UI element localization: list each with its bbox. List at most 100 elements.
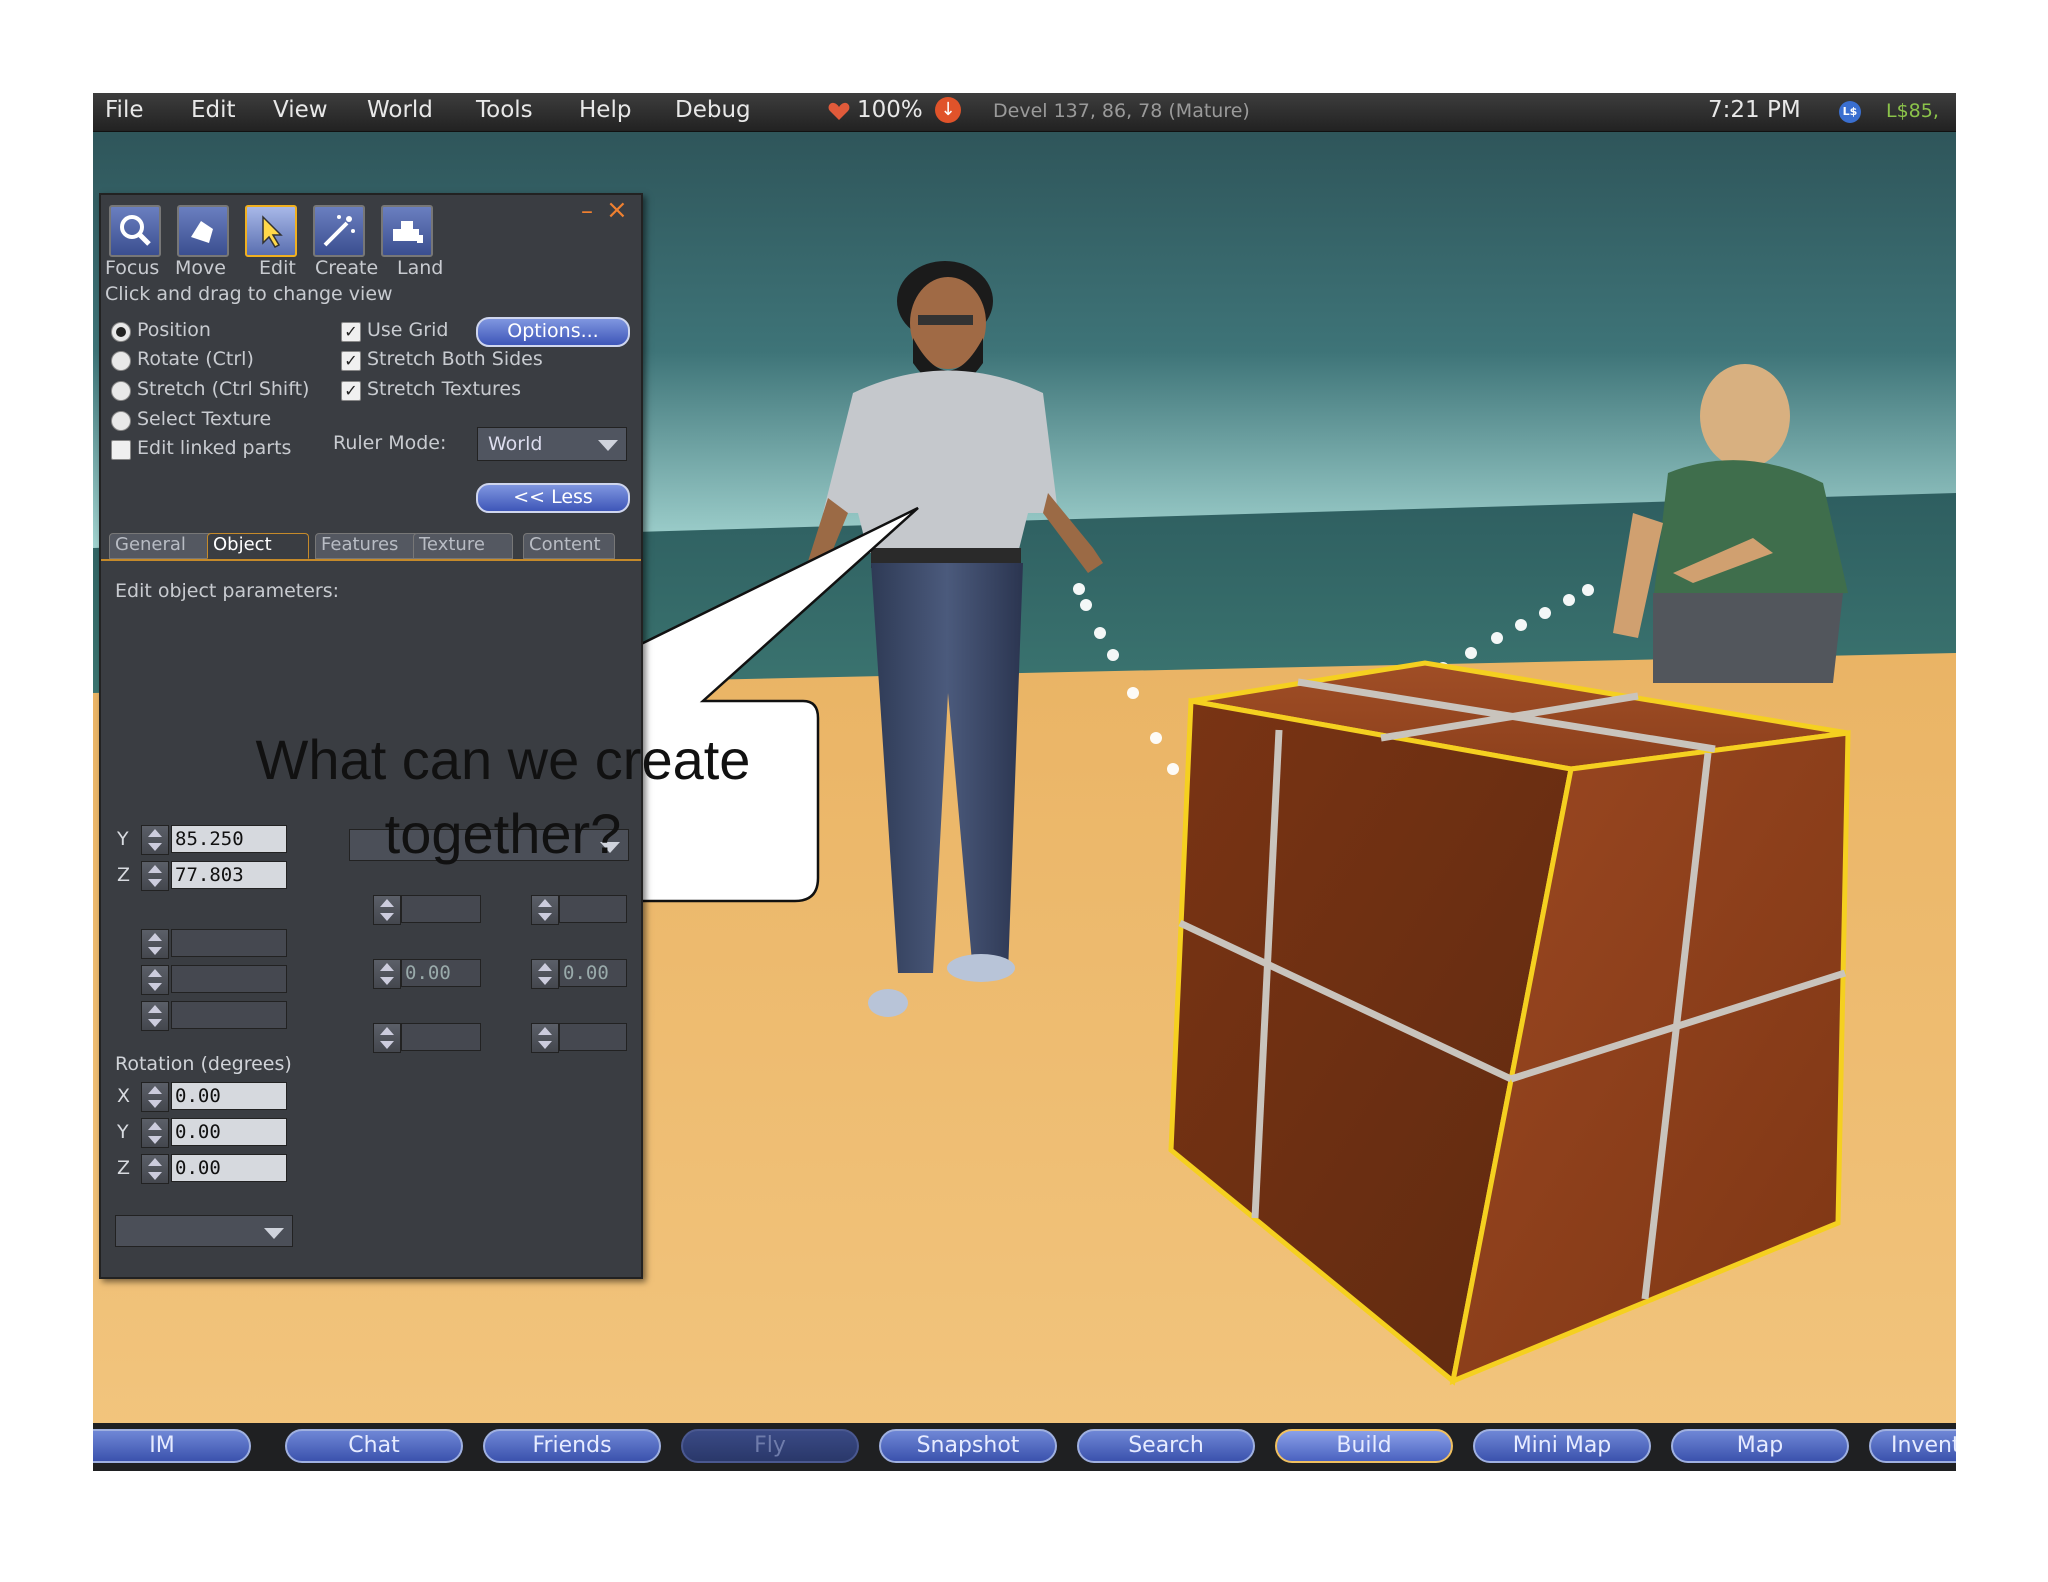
menu-edit[interactable]: Edit: [191, 97, 236, 123]
search-button[interactable]: Search: [1077, 1429, 1255, 1463]
less-button[interactable]: << Less: [476, 483, 630, 513]
mode-stretch-label: Stretch (Ctrl Shift): [137, 378, 310, 400]
mode-stretch-radio[interactable]: [111, 381, 131, 401]
callout: What can we create together?: [188, 701, 818, 901]
mini-map-button[interactable]: Mini Map: [1473, 1429, 1651, 1463]
tool-create-label: Create: [315, 257, 379, 279]
rotation-y-field[interactable]: 0.00: [171, 1118, 287, 1146]
mode-rotate-radio[interactable]: [111, 351, 131, 371]
stretch-textures-label: Stretch Textures: [367, 378, 522, 400]
chevron-down-icon: [264, 1228, 284, 1239]
tool-land-label: Land: [397, 257, 444, 279]
friends-button[interactable]: Friends: [483, 1429, 661, 1463]
rotation-y-label: Y: [117, 1121, 129, 1143]
use-grid-checkbox[interactable]: ✓: [341, 322, 361, 342]
menu-world[interactable]: World: [367, 97, 433, 123]
minimize-icon[interactable]: –: [581, 197, 593, 225]
tab-texture[interactable]: Texture: [413, 533, 513, 559]
location-readout[interactable]: Devel 137, 86, 78 (Mature): [993, 100, 1250, 122]
size-x-stepper: [141, 929, 169, 959]
bottom-toolbar: IM Chat Friends Fly Snapshot Search Buil…: [93, 1423, 1956, 1471]
edit-linked-label: Edit linked parts: [137, 437, 292, 459]
menu-file[interactable]: File: [105, 97, 144, 123]
stretch-both-sides-checkbox[interactable]: ✓: [341, 351, 361, 371]
ruler-mode-value: World: [488, 433, 543, 455]
tool-edit-label: Edit: [259, 257, 296, 279]
ruler-mode-select[interactable]: World: [477, 427, 627, 461]
offset-y-stepper: [531, 1023, 559, 1053]
edit-params-heading: Edit object parameters:: [115, 580, 340, 602]
shear-x-stepper: [373, 959, 401, 989]
mode-rotate-label: Rotate (Ctrl): [137, 348, 254, 370]
rotation-x-stepper[interactable]: [141, 1082, 169, 1112]
tab-content[interactable]: Content: [523, 533, 615, 559]
rotation-z-field[interactable]: 0.00: [171, 1154, 287, 1182]
magic-wand-icon: [323, 215, 355, 247]
tool-move-label: Move: [175, 257, 226, 279]
size-x-field: [171, 929, 287, 957]
balance[interactable]: L$85,: [1886, 100, 1939, 122]
bulldozer-icon: [393, 221, 423, 243]
close-icon[interactable]: ×: [606, 195, 628, 225]
heart-icon: [828, 102, 850, 120]
linden-dollar-icon: L$: [1839, 101, 1861, 123]
chat-button[interactable]: Chat: [285, 1429, 463, 1463]
menu-bar: File Edit View World Tools Help Debug 10…: [93, 93, 1956, 132]
health-value: 100%: [857, 97, 923, 123]
tool-move-button[interactable]: [177, 205, 229, 257]
mode-select-texture-radio[interactable]: [111, 411, 131, 431]
chevron-down-icon: [598, 440, 618, 451]
menu-help[interactable]: Help: [579, 97, 631, 123]
build-button[interactable]: Build: [1275, 1429, 1453, 1463]
position-y-label: Y: [117, 828, 129, 850]
viewer-window: File Edit View World Tools Help Debug 10…: [93, 93, 1956, 1471]
mode-select-texture-label: Select Texture: [137, 408, 272, 430]
inventory-button[interactable]: Inventory: [1869, 1429, 1956, 1463]
rotation-z-label: Z: [117, 1157, 131, 1179]
menu-tools[interactable]: Tools: [476, 97, 533, 123]
ruler-mode-label: Ruler Mode:: [333, 432, 447, 454]
fly-button[interactable]: Fly: [681, 1429, 859, 1463]
rotation-z-stepper[interactable]: [141, 1154, 169, 1184]
offset-y-field: [559, 1023, 627, 1051]
shear-y-field: 0.00: [559, 959, 627, 987]
tool-hint: Click and drag to change view: [105, 283, 393, 305]
options-button[interactable]: Options...: [476, 317, 630, 347]
snapshot-button[interactable]: Snapshot: [879, 1429, 1057, 1463]
stretch-textures-checkbox[interactable]: ✓: [341, 381, 361, 401]
shear-y-stepper: [531, 959, 559, 989]
size-z-stepper: [141, 1001, 169, 1031]
hand-icon: [191, 221, 213, 243]
tool-focus-label: Focus: [105, 257, 160, 279]
shear-x-field: 0.00: [401, 959, 481, 987]
edit-linked-checkbox[interactable]: [111, 440, 131, 460]
map-button[interactable]: Map: [1671, 1429, 1849, 1463]
stretch-both-sides-label: Stretch Both Sides: [367, 348, 543, 370]
tab-features[interactable]: Features: [315, 533, 419, 559]
rotation-x-field[interactable]: 0.00: [171, 1082, 287, 1110]
position-z-label: Z: [117, 864, 131, 886]
tab-object[interactable]: Object: [207, 533, 309, 559]
tool-create-button[interactable]: [313, 205, 365, 257]
position-y-stepper[interactable]: [141, 825, 169, 855]
tool-land-button[interactable]: [381, 205, 433, 257]
menu-debug[interactable]: Debug: [675, 97, 751, 123]
rotation-label: Rotation (degrees): [115, 1053, 292, 1075]
position-z-stepper[interactable]: [141, 861, 169, 891]
mode-position-radio[interactable]: [111, 322, 131, 342]
tool-edit-button[interactable]: [245, 205, 297, 257]
panel-tabs: General Object Features Texture Content: [101, 531, 641, 561]
tool-focus-button[interactable]: [109, 205, 161, 257]
rotation-x-label: X: [117, 1085, 131, 1107]
tab-general[interactable]: General: [109, 533, 213, 559]
clock: 7:21 PM: [1708, 97, 1801, 123]
im-button[interactable]: IM: [93, 1429, 251, 1463]
callout-line-1: What can we create: [255, 728, 751, 791]
size-y-stepper: [141, 965, 169, 995]
size-y-field: [171, 965, 287, 993]
callout-text: What can we create together?: [188, 723, 818, 871]
menu-view[interactable]: View: [273, 97, 328, 123]
rotation-y-stepper[interactable]: [141, 1118, 169, 1148]
magnifier-icon: [120, 215, 151, 246]
use-grid-label: Use Grid: [367, 319, 449, 341]
